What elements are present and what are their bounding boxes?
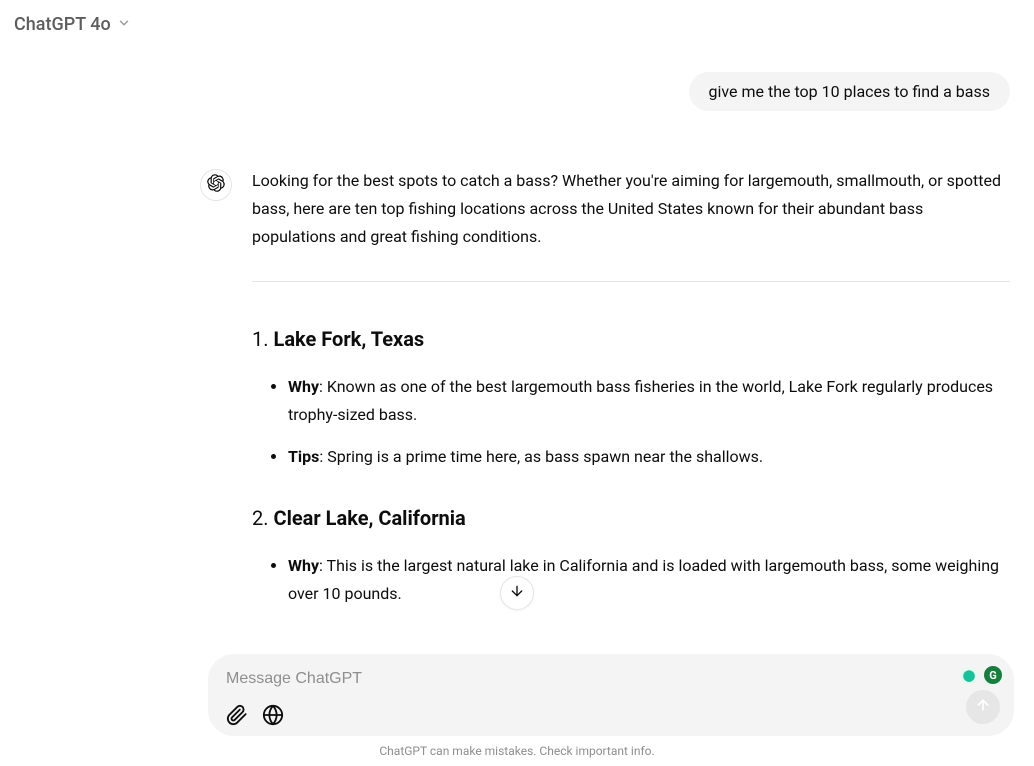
composer-container: ⬤ G: [208, 654, 1014, 736]
list-item-details: Why: Known as one of the best largemouth…: [252, 373, 1010, 471]
grammarly-badge-icon[interactable]: G: [984, 666, 1002, 684]
list-item-number: 1.: [252, 327, 269, 351]
openai-logo-icon: [207, 174, 225, 196]
assistant-message-content: Looking for the best spots to catch a ba…: [252, 167, 1014, 622]
composer-right-extras: ⬤ G: [960, 666, 1002, 684]
grammarly-icon[interactable]: ⬤: [960, 666, 978, 684]
list-item-name: Lake Fork, Texas: [274, 327, 425, 351]
assistant-message-row: Looking for the best spots to catch a ba…: [200, 167, 1014, 622]
chat-area: give me the top 10 places to find a bass…: [200, 72, 1014, 622]
arrow-up-icon: [975, 697, 991, 717]
list-item-heading: 1. Lake Fork, Texas: [252, 322, 1010, 357]
message-input[interactable]: [226, 670, 996, 688]
arrow-down-icon: [509, 583, 525, 603]
list-item-details: Why: This is the largest natural lake in…: [252, 552, 1010, 608]
scroll-to-bottom-button[interactable]: [500, 576, 534, 610]
disclaimer-footer: ChatGPT can make mistakes. Check importa…: [0, 744, 1034, 758]
user-message-row: give me the top 10 places to find a bass: [200, 72, 1014, 111]
attach-file-button[interactable]: [226, 704, 248, 726]
divider: [252, 281, 1010, 282]
tips-label: Tips: [288, 447, 319, 466]
tips-text: : Spring is a prime time here, as bass s…: [319, 447, 763, 466]
user-message-bubble: give me the top 10 places to find a bass: [689, 72, 1010, 111]
assistant-intro-text: Looking for the best spots to catch a ba…: [252, 167, 1010, 251]
why-label: Why: [288, 556, 319, 575]
chevron-down-icon: [117, 15, 131, 34]
model-switcher[interactable]: ChatGPT 4o: [14, 14, 131, 35]
list-item-name: Clear Lake, California: [274, 506, 466, 530]
why-text: : Known as one of the best largemouth ba…: [288, 377, 993, 424]
why-label: Why: [288, 377, 319, 396]
list-item-why: Why: Known as one of the best largemouth…: [288, 373, 1010, 429]
why-text: : This is the largest natural lake in Ca…: [288, 556, 999, 603]
list-item-tips: Tips: Spring is a prime time here, as ba…: [288, 443, 1010, 471]
list-item-why: Why: This is the largest natural lake in…: [288, 552, 1010, 608]
composer-left-tools: [226, 704, 996, 726]
composer: ⬤ G: [208, 654, 1014, 736]
list-item-heading: 2. Clear Lake, California: [252, 501, 1010, 536]
send-button[interactable]: [966, 690, 1000, 724]
web-search-button[interactable]: [262, 704, 284, 726]
model-label: ChatGPT 4o: [14, 14, 111, 35]
assistant-avatar: [200, 169, 232, 201]
list-item-number: 2.: [252, 506, 269, 530]
